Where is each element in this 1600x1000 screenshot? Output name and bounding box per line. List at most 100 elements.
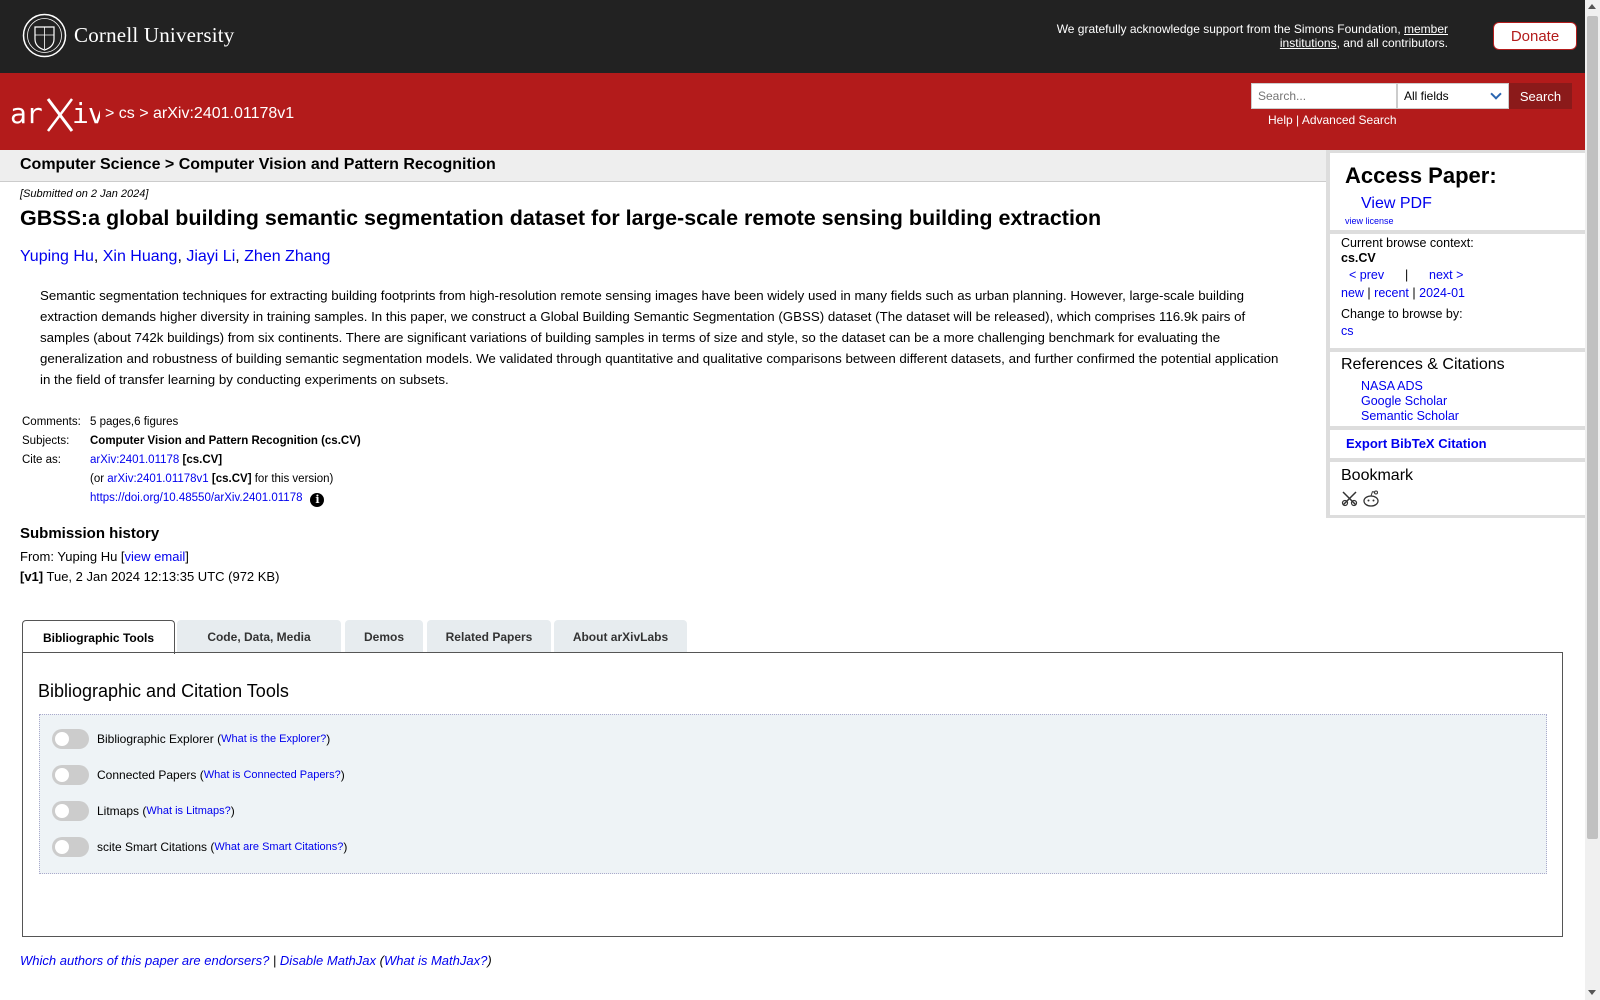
- what-is-litmaps-link[interactable]: What is Litmaps?: [146, 805, 230, 817]
- scroll-thumb[interactable]: [1587, 16, 1598, 839]
- category-bar: Computer Science > Computer Vision and P…: [0, 150, 1326, 182]
- tools-list: Bibliographic Explorer (What is the Expl…: [39, 714, 1547, 874]
- cite-arxiv-link[interactable]: arXiv:2401.01178: [90, 454, 179, 466]
- info-icon[interactable]: i: [310, 493, 325, 507]
- tab-bibliographic-tools[interactable]: Bibliographic Tools: [22, 620, 175, 654]
- author-link[interactable]: Yuping Hu: [20, 248, 94, 265]
- search-button[interactable]: Search: [1509, 83, 1572, 109]
- browse-context-value: cs.CV: [1341, 251, 1376, 265]
- export-bibtex-link[interactable]: Export BibTeX Citation: [1346, 436, 1487, 451]
- empty-cell: [20, 470, 88, 489]
- tool-row-explorer: Bibliographic Explorer (What is the Expl…: [52, 729, 330, 749]
- browse-cs-link[interactable]: cs: [1341, 324, 1354, 338]
- references-box: References & Citations NASA ADS Google S…: [1330, 352, 1585, 426]
- disable-mathjax-link[interactable]: Disable MathJax: [280, 953, 376, 968]
- view-email-link[interactable]: view email: [125, 549, 186, 564]
- v1-tag: [v1]: [20, 569, 44, 584]
- doi-row: https://doi.org/10.48550/arXiv.2401.0117…: [20, 489, 363, 510]
- version-open: (or: [90, 473, 108, 485]
- version-end: for this version): [251, 473, 334, 485]
- tab-code-data-media[interactable]: Code, Data, Media: [177, 620, 341, 653]
- next-link[interactable]: next >: [1429, 268, 1463, 282]
- empty-cell: [20, 489, 88, 510]
- tab-demos[interactable]: Demos: [345, 620, 423, 653]
- submission-from: From: Yuping Hu [view email]: [20, 549, 189, 564]
- subjects-value: Computer Vision and Pattern Recognition …: [88, 432, 363, 451]
- tab-related-papers[interactable]: Related Papers: [427, 620, 551, 653]
- metadata-table: Comments: 5 pages,6 figures Subjects: Co…: [20, 413, 363, 510]
- explorer-toggle[interactable]: [52, 729, 89, 749]
- litmaps-toggle[interactable]: [52, 801, 89, 821]
- references-title: References & Citations: [1341, 356, 1505, 373]
- cornell-seal-icon: [22, 13, 67, 58]
- chevron-down-icon: [1490, 88, 1502, 100]
- doi-link[interactable]: https://doi.org/10.48550/arXiv.2401.0117…: [90, 492, 302, 504]
- google-scholar-link[interactable]: Google Scholar: [1361, 394, 1447, 408]
- scroll-up-icon[interactable]: [1588, 4, 1596, 9]
- ack-text: We gratefully acknowledge support from t…: [1056, 22, 1404, 36]
- cornell-logo[interactable]: Cornell University: [22, 13, 235, 58]
- browse-links: new | recent | 2024-01: [1341, 286, 1465, 300]
- what-is-mathjax-link[interactable]: What is MathJax?: [384, 953, 487, 968]
- author-link[interactable]: Jiayi Li: [186, 248, 235, 265]
- donate-button[interactable]: Donate: [1493, 22, 1577, 50]
- arxiv-logo-icon[interactable]: ar iv: [10, 93, 100, 133]
- support-acknowledgement: We gratefully acknowledge support from t…: [1008, 22, 1448, 50]
- bookmark-box: Bookmark: [1330, 462, 1585, 515]
- browse-sep: |: [1367, 286, 1371, 300]
- search-field-select[interactable]: All fields: [1397, 83, 1509, 109]
- connected-papers-toggle[interactable]: [52, 765, 89, 785]
- view-license-link[interactable]: view license: [1345, 216, 1394, 226]
- author-link[interactable]: Xin Huang: [103, 248, 178, 265]
- cite-label: Cite as:: [22, 454, 61, 466]
- bookmark-icons: [1341, 490, 1380, 507]
- bibsonomy-icon[interactable]: [1341, 490, 1358, 507]
- page-scrollbar[interactable]: [1585, 0, 1600, 1000]
- semantic-scholar-link[interactable]: Semantic Scholar: [1361, 409, 1459, 423]
- what-is-explorer-link[interactable]: What is the Explorer?: [221, 733, 326, 745]
- view-pdf-link[interactable]: View PDF: [1361, 195, 1432, 213]
- tab-about-arxivlabs[interactable]: About arXivLabs: [554, 620, 687, 653]
- cite-value: arXiv:2401.01178 [cs.CV]: [88, 451, 363, 470]
- footer-sep: |: [269, 953, 280, 968]
- subjects-label: Subjects:: [22, 435, 70, 447]
- comments-label: Comments:: [22, 416, 81, 428]
- what-are-smart-citations-link[interactable]: What are Smart Citations?: [214, 841, 343, 853]
- svg-text:ar: ar: [10, 97, 42, 130]
- right-sidebar: Access Paper: View PDF view license Curr…: [1326, 150, 1585, 518]
- version-value: (or arXiv:2401.01178v1 [cs.CV] for this …: [88, 470, 363, 489]
- author-link[interactable]: Zhen Zhang: [244, 248, 330, 265]
- cornell-brand: Cornell University: [74, 23, 235, 47]
- comments-value: 5 pages,6 figures: [90, 416, 179, 428]
- nasa-ads-link[interactable]: NASA ADS: [1361, 379, 1423, 393]
- endorsers-link[interactable]: Which authors of this paper are endorser…: [20, 953, 269, 968]
- scite-toggle[interactable]: [52, 837, 89, 857]
- new-link[interactable]: new: [1341, 286, 1364, 300]
- footer-open: (: [376, 953, 384, 968]
- footer-links: Which authors of this paper are endorser…: [20, 953, 492, 968]
- scroll-down-icon[interactable]: [1588, 990, 1596, 995]
- tool-row-scite: scite Smart Citations (What are Smart Ci…: [52, 837, 347, 857]
- version-tag: [cs.CV]: [211, 473, 252, 485]
- v1-text: Tue, 2 Jan 2024 12:13:35 UTC (972 KB): [43, 569, 280, 584]
- version-link[interactable]: arXiv:2401.01178v1: [107, 473, 208, 485]
- version-row: (or arXiv:2401.01178v1 [cs.CV] for this …: [20, 470, 363, 489]
- bookmark-title: Bookmark: [1341, 467, 1414, 484]
- reddit-icon[interactable]: [1362, 490, 1380, 507]
- paper-title: GBSS:a global building semantic segmenta…: [20, 206, 1102, 230]
- month-link[interactable]: 2024-01: [1419, 286, 1465, 300]
- help-link[interactable]: Help: [1268, 113, 1293, 127]
- search-input[interactable]: [1251, 83, 1397, 109]
- change-browse-label: Change to browse by:: [1341, 307, 1463, 321]
- advanced-search-link[interactable]: Advanced Search: [1302, 113, 1397, 127]
- recent-link[interactable]: recent: [1374, 286, 1409, 300]
- references-list: NASA ADS Google Scholar Semantic Scholar: [1361, 379, 1459, 424]
- svg-text:iv: iv: [72, 97, 100, 130]
- what-is-connected-papers-link[interactable]: What is Connected Papers?: [204, 769, 341, 781]
- prev-link[interactable]: < prev: [1349, 268, 1384, 282]
- access-paper-box: Access Paper: View PDF view license: [1330, 153, 1585, 230]
- browse-context-label: Current browse context:: [1341, 236, 1474, 250]
- submission-history-title: Submission history: [20, 525, 160, 542]
- author-sep: ,: [177, 248, 187, 265]
- submitted-date: [Submitted on 2 Jan 2024]: [20, 188, 149, 200]
